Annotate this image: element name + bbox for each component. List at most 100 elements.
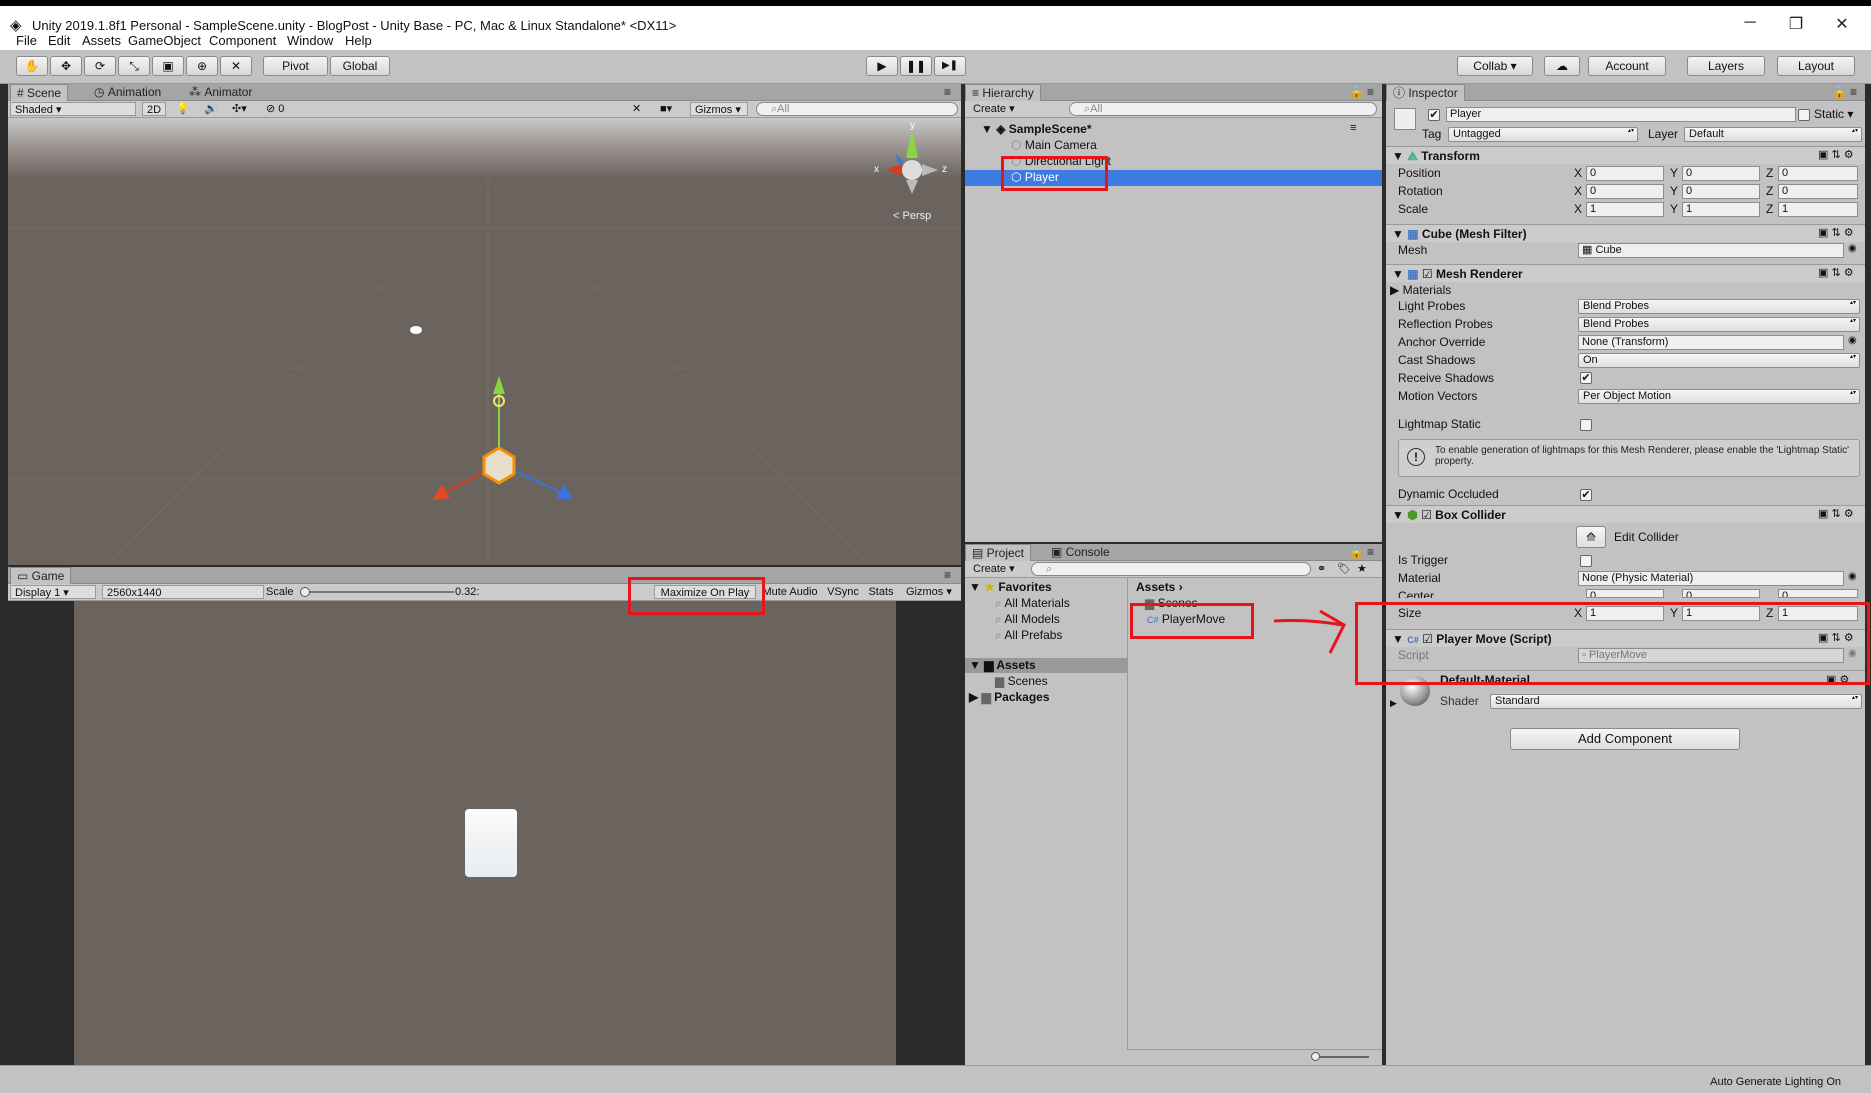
hierarchy-search-input[interactable]: ⌕All <box>1069 102 1377 116</box>
resolution-dropdown[interactable]: 2560x1440 <box>102 585 264 599</box>
cast-shadows-dropdown[interactable]: On <box>1578 353 1860 368</box>
move-tool-icon[interactable]: ✥ <box>50 56 82 76</box>
menu-help[interactable]: Help <box>345 33 372 48</box>
scale-slider[interactable] <box>304 591 454 593</box>
tab-project[interactable]: ▤ Project <box>965 544 1032 561</box>
box-collider-header[interactable]: ▼ ⬢ ☑ Box Collider <box>1386 505 1865 523</box>
layer-dropdown[interactable]: Default <box>1684 127 1862 142</box>
effects-toggle-icon[interactable]: ✣▾ <box>232 102 247 116</box>
step-button[interactable]: ▶❚ <box>934 56 966 76</box>
filter-type-icon[interactable]: ⚭ <box>1317 562 1326 576</box>
tab-hierarchy[interactable]: ≡ Hierarchy <box>965 84 1041 101</box>
scale-tool-icon[interactable]: ⤡ <box>118 56 150 76</box>
filter-label-icon[interactable]: 🏷 <box>1337 562 1351 576</box>
file-playermove[interactable]: C# PlayerMove <box>1147 612 1225 626</box>
mode-2d-toggle[interactable]: 2D <box>142 102 166 116</box>
enabled-checkbox-icon[interactable]: ☑ <box>1421 508 1432 522</box>
audio-toggle-icon[interactable]: 🔊 <box>204 102 218 116</box>
scale-x-field[interactable]: 1 <box>1586 202 1664 217</box>
stats-toggle[interactable]: Stats <box>864 585 898 599</box>
game-panel-menu-icon[interactable]: ≡ <box>938 567 957 584</box>
shader-dropdown[interactable]: Standard <box>1490 694 1862 709</box>
tag-dropdown[interactable]: Untagged <box>1448 127 1638 142</box>
fav-all-models[interactable]: ⌕ All Models <box>995 612 1060 627</box>
object-picker-icon[interactable]: ◉ <box>1848 243 1857 254</box>
menu-file[interactable]: File <box>16 33 37 48</box>
position-z-field[interactable]: 0 <box>1778 166 1858 181</box>
rotation-x-field[interactable]: 0 <box>1586 184 1664 199</box>
object-name-field[interactable]: Player <box>1446 107 1796 122</box>
receive-shadows-checkbox[interactable]: ✔ <box>1580 372 1592 384</box>
scene-root-menu-icon[interactable]: ≡ <box>1350 122 1356 134</box>
project-create-dropdown[interactable]: Create ▾ <box>969 562 1017 576</box>
account-dropdown[interactable]: Account <box>1588 56 1666 76</box>
fav-all-prefabs[interactable]: ⌕ All Prefabs <box>995 628 1062 643</box>
rotation-z-field[interactable]: 0 <box>1778 184 1858 199</box>
object-picker-icon[interactable]: ◉ <box>1848 335 1857 346</box>
project-menu-icon[interactable]: ≡ <box>1361 544 1380 561</box>
panel-menu-icon[interactable]: ≡ <box>938 84 957 101</box>
position-y-field[interactable]: 0 <box>1682 166 1760 181</box>
persp-label[interactable]: < Persp <box>893 210 931 222</box>
packages-folder[interactable]: ▶ ▆ Packages <box>969 690 1050 704</box>
lightmap-static-checkbox[interactable] <box>1580 419 1592 431</box>
layers-dropdown[interactable]: Layers <box>1687 56 1765 76</box>
menu-component[interactable]: Component <box>209 33 276 48</box>
player-move-header[interactable]: ▼ C# ☑ Player Move (Script) <box>1386 629 1865 647</box>
edit-collider-icon[interactable]: ⟰ <box>1576 526 1606 548</box>
tab-console[interactable]: ▣ Console <box>1045 544 1116 561</box>
component-settings-icon[interactable]: ▣ ⇅ ⚙ <box>1818 631 1854 644</box>
center-z-field[interactable]: 0 <box>1778 589 1858 598</box>
tab-animator[interactable]: ⁂ Animator <box>183 84 258 101</box>
hierarchy-menu-icon[interactable]: ≡ <box>1361 84 1380 101</box>
custom-tool-icon[interactable]: ✕ <box>220 56 252 76</box>
tab-game[interactable]: ▭ Game <box>10 567 72 584</box>
mute-audio-toggle[interactable]: Mute Audio <box>758 585 822 599</box>
tab-animation[interactable]: ◷ Animation <box>88 84 167 101</box>
minimize-button[interactable]: ─ <box>1738 14 1762 32</box>
tab-scene[interactable]: # Scene <box>10 84 69 101</box>
size-z-field[interactable]: 1 <box>1778 606 1858 621</box>
game-gizmos-dropdown[interactable]: Gizmos ▾ <box>902 585 960 599</box>
game-viewport[interactable] <box>8 601 961 1065</box>
global-toggle[interactable]: Global <box>330 56 390 76</box>
menu-window[interactable]: Window <box>287 33 333 48</box>
scene-viewport[interactable]: y x z < Persp <box>8 118 961 565</box>
object-picker-icon[interactable]: ◉ <box>1848 571 1857 582</box>
favorite-star-icon[interactable]: ★ <box>1357 562 1367 576</box>
close-button[interactable]: ✕ <box>1830 14 1854 34</box>
size-y-field[interactable]: 1 <box>1682 606 1760 621</box>
tools-icon[interactable]: ✕ <box>632 102 641 116</box>
icon-size-slider[interactable] <box>1315 1056 1369 1058</box>
light-toggle-icon[interactable]: 💡 <box>176 102 190 116</box>
hierarchy-item-main-camera[interactable]: ⬡ Main Camera <box>1011 138 1097 152</box>
component-settings-icon[interactable]: ▣ ⇅ ⚙ <box>1818 266 1854 279</box>
icon-size-slider-thumb[interactable] <box>1311 1052 1320 1061</box>
rect-tool-icon[interactable]: ▣ <box>152 56 184 76</box>
gizmos-dropdown[interactable]: Gizmos ▾ <box>690 102 748 116</box>
scale-y-field[interactable]: 1 <box>1682 202 1760 217</box>
scenes-folder[interactable]: ▆ Scenes <box>995 674 1048 688</box>
menu-assets[interactable]: Assets <box>82 33 121 48</box>
fav-all-materials[interactable]: ⌕ All Materials <box>995 596 1070 611</box>
transform-tool-icon[interactable]: ⊕ <box>186 56 218 76</box>
component-settings-icon[interactable]: ▣ ⇅ ⚙ <box>1818 148 1854 161</box>
scene-root[interactable]: ▼ ◈ SampleScene* <box>981 122 1092 136</box>
scale-z-field[interactable]: 1 <box>1778 202 1858 217</box>
is-trigger-checkbox[interactable] <box>1580 555 1592 567</box>
hierarchy-create-dropdown[interactable]: Create ▾ <box>969 102 1017 116</box>
layout-dropdown[interactable]: Layout <box>1777 56 1855 76</box>
material-fold-icon[interactable]: ▶ <box>1390 698 1397 709</box>
material-settings-icon[interactable]: ▣ ⚙ <box>1826 673 1849 686</box>
maximize-on-play-toggle[interactable]: Maximize On Play <box>654 585 756 599</box>
center-x-field[interactable]: 0 <box>1586 589 1664 598</box>
menu-gameobject[interactable]: GameObject <box>128 33 201 48</box>
file-scenes[interactable]: ▆ Scenes <box>1145 596 1198 610</box>
enabled-checkbox-icon[interactable]: ☑ <box>1422 632 1433 646</box>
transform-header[interactable]: ▼ ⟁ Transform <box>1386 146 1865 164</box>
center-y-field[interactable]: 0 <box>1682 589 1760 598</box>
play-button[interactable]: ▶ <box>866 56 898 76</box>
project-breadcrumb[interactable]: Assets › <box>1136 580 1183 594</box>
vsync-toggle[interactable]: VSync <box>824 585 862 599</box>
cloud-icon[interactable]: ☁ <box>1544 56 1580 76</box>
